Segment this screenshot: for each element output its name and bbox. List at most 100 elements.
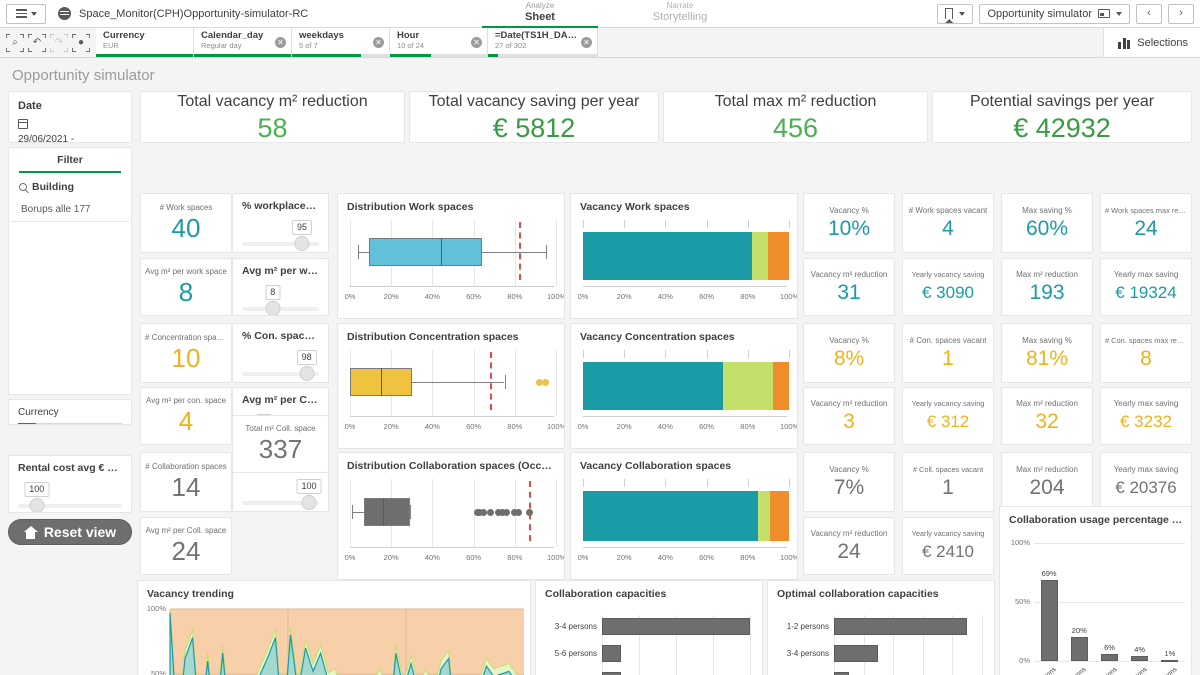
kpi-card[interactable]: Max saving % 81% <box>1001 323 1093 383</box>
kpi-card[interactable]: Avg m² per Coll. space 24 <box>140 517 232 575</box>
kpi-card[interactable]: Vacancy % 7% <box>803 452 895 512</box>
kpi-card[interactable]: Total max m² reduction 456 <box>663 91 928 143</box>
kpi-card[interactable]: Yearly max saving € 19324 <box>1100 258 1192 316</box>
close-icon[interactable]: ✕ <box>471 37 482 48</box>
step-forward-tool[interactable]: ↷ <box>49 33 69 53</box>
previous-sheet-button[interactable]: ‹ <box>1136 3 1162 24</box>
kpi-card[interactable]: # Work spaces vacant 4 <box>902 193 994 253</box>
kpi-card[interactable]: # Collaboration spaces 14 <box>140 452 232 512</box>
next-sheet-button[interactable]: › <box>1168 3 1194 24</box>
chart-distribution-collaboration-spaces[interactable]: Distribution Collaboration spaces (Occ… … <box>337 452 565 580</box>
close-icon[interactable]: ✕ <box>373 37 384 48</box>
kpi-card[interactable]: Yearly vacancy saving € 312 <box>902 387 994 445</box>
kpi-card[interactable]: Total vacancy saving per year € 5812 <box>409 91 659 143</box>
kpi-card[interactable]: Yearly max saving € 3232 <box>1100 387 1192 445</box>
filter-search-row[interactable]: Building <box>9 173 131 199</box>
bar-segment[interactable] <box>723 362 773 410</box>
selection-chip[interactable]: =Date(TS1H_DA… 27 of 302 ✕ <box>488 28 598 57</box>
kpi-card[interactable]: Vacancy m² reduction 24 <box>803 517 895 575</box>
slider-track[interactable] <box>242 307 319 311</box>
list-item[interactable]: Borups alle 177 <box>11 199 129 222</box>
kpi-total-coll-space[interactable]: Total m² Coll. space 337 <box>232 415 329 473</box>
rental-slider-control[interactable]: 100 <box>18 482 122 512</box>
kpi-card[interactable]: # Concentration spaces 10 <box>140 323 232 383</box>
close-icon[interactable]: ✕ <box>275 37 286 48</box>
chart-distribution-work-spaces[interactable]: Distribution Work spaces 0% 20% 40% 60% 80% 1… <box>337 193 565 319</box>
bookmarks-button[interactable] <box>937 3 974 24</box>
bar-segment[interactable] <box>583 232 752 280</box>
slider-handle[interactable] <box>301 495 317 510</box>
bar-segment[interactable] <box>751 232 769 280</box>
slider-handle[interactable] <box>299 366 315 381</box>
slider-control[interactable]: 8 <box>242 285 319 315</box>
bar[interactable] <box>1040 579 1058 661</box>
rental-slider-handle[interactable] <box>29 498 45 512</box>
selection-chip[interactable]: Calendar_day Regular day ✕ <box>194 28 292 57</box>
clear-selections-tool[interactable]: ● <box>71 33 91 53</box>
bar[interactable] <box>1070 637 1088 661</box>
kpi-card[interactable]: Avg m² per work space 8 <box>140 258 232 316</box>
building-filter-card[interactable]: Filter Building Borups alle 177 <box>8 147 132 395</box>
date-card-value[interactable]: 29/06/2021 - 23/07/2021 <box>9 117 131 142</box>
bar[interactable] <box>834 618 968 635</box>
bar-segment[interactable] <box>768 232 789 280</box>
slider-control[interactable]: 95 <box>242 220 319 252</box>
kpi-card[interactable]: Vacancy m² reduction 3 <box>803 387 895 445</box>
kpi-card[interactable]: # Coll. spaces vacant 1 <box>902 452 994 512</box>
bar-segment[interactable] <box>583 362 724 410</box>
kpi-card[interactable]: Yearly vacancy saving € 2410 <box>902 517 994 575</box>
selection-search-tool[interactable]: ⌕ <box>5 33 25 53</box>
chart-collaboration-usage-percentage[interactable]: Collaboration usage percentage … 0% 50% 10… <box>999 506 1192 675</box>
kpi-card[interactable]: Vacancy m² reduction 31 <box>803 258 895 316</box>
chart-optimal-collaboration-capacities[interactable]: Optimal collaboration capacities 0246810… <box>767 580 995 675</box>
slider-control[interactable]: 98 <box>242 350 319 382</box>
currency-card[interactable]: Currency <box>8 399 132 425</box>
kpi-card[interactable]: Vacancy % 10% <box>803 193 895 253</box>
bar-segment[interactable] <box>772 362 789 410</box>
kpi-card[interactable]: Max saving % 60% <box>1001 193 1093 253</box>
kpi-card[interactable]: Max m² reduction 32 <box>1001 387 1093 445</box>
selection-chip[interactable]: Currency EUR <box>96 28 194 57</box>
kpi-card[interactable]: # Con. spaces max reducti…8 <box>1100 323 1192 383</box>
slider-card[interactable]: % Con. space… 98 <box>232 323 329 383</box>
bar-segment[interactable] <box>770 491 789 541</box>
slider-card[interactable]: % workplaces… 95 <box>232 193 329 253</box>
main-menu-button[interactable] <box>6 3 46 24</box>
nav-sheet[interactable]: Analyze Sheet <box>470 0 610 28</box>
reset-view-button[interactable]: Reset view <box>8 519 132 545</box>
slider-card[interactable]: Avg m² per w… 8 <box>232 258 329 316</box>
chart-vacancy-collaboration-spaces[interactable]: Vacancy Collaboration spaces 0% 20% 40% 60%… <box>570 452 798 580</box>
slider-control[interactable]: 100 <box>242 479 322 511</box>
date-filter-card[interactable]: Date 29/06/2021 - 23/07/2021 <box>8 91 132 143</box>
step-back-tool[interactable]: ↶ <box>27 33 47 53</box>
bar[interactable] <box>1101 653 1118 661</box>
selections-panel-button[interactable]: Selections <box>1103 28 1200 57</box>
bar[interactable] <box>602 645 621 662</box>
kpi-card[interactable]: Total vacancy m² reduction 58 <box>140 91 405 143</box>
bar-segment[interactable] <box>583 491 759 541</box>
selection-chip[interactable]: weekdays 5 of 7 ✕ <box>292 28 390 57</box>
kpi-card[interactable]: # Work spaces 40 <box>140 193 232 253</box>
slider-handle[interactable] <box>294 236 310 251</box>
slider-handle[interactable] <box>265 301 281 315</box>
bar[interactable] <box>834 645 879 662</box>
close-icon[interactable]: ✕ <box>581 37 592 48</box>
chart-vacancy-concentration-spaces[interactable]: Vacancy Concentration spaces 0% 20% 40% 60%… <box>570 323 798 449</box>
kpi-card[interactable]: Max m² reduction 204 <box>1001 452 1093 512</box>
nav-storytelling[interactable]: Narrate Storytelling <box>610 0 750 28</box>
kpi-card[interactable]: Potential savings per year € 42932 <box>932 91 1192 143</box>
kpi-card[interactable]: Yearly max saving € 20376 <box>1100 452 1192 512</box>
kpi-card[interactable]: Max m² reduction 193 <box>1001 258 1093 316</box>
chart-vacancy-trending[interactable]: Vacancy trending 0%50%100% <box>137 580 531 675</box>
bar-segment[interactable] <box>758 491 771 541</box>
kpi-card[interactable]: # Work spaces max reducti…24 <box>1100 193 1192 253</box>
bar[interactable] <box>1161 659 1179 662</box>
bar[interactable] <box>1131 656 1149 661</box>
chart-vacancy-work-spaces[interactable]: Vacancy Work spaces 0% 20% 40% 60% 80% 100% <box>570 193 798 319</box>
kpi-card[interactable]: Vacancy % 8% <box>803 323 895 383</box>
chart-distribution-concentration-spaces[interactable]: Distribution Concentration spaces 0% 20% 4… <box>337 323 565 449</box>
chart-collaboration-capacities[interactable]: Collaboration capacities 024683-4 person… <box>535 580 763 675</box>
bar[interactable] <box>602 618 750 635</box>
selection-chip[interactable]: Hour 10 of 24 ✕ <box>390 28 488 57</box>
kpi-card[interactable]: Avg m² per con. space 4 <box>140 387 232 445</box>
